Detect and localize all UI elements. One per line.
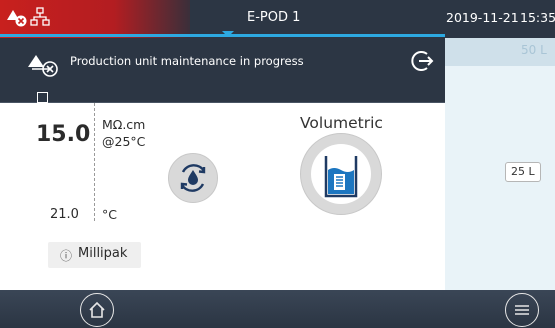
maintenance-warning-icon bbox=[26, 50, 60, 82]
notification-panel: Production unit maintenance in progress bbox=[0, 38, 445, 90]
network-icon[interactable] bbox=[29, 6, 51, 32]
top-bar: E-POD 1 2019-11-21 15:35 bbox=[0, 0, 555, 38]
home-icon bbox=[89, 301, 105, 318]
divider bbox=[94, 103, 95, 221]
resistivity-unit: MΩ.cm bbox=[102, 117, 146, 132]
temperature-value: 21.0 bbox=[50, 207, 79, 222]
dispense-mode-label: Volumetric bbox=[300, 114, 383, 132]
info-icon: ⓘ bbox=[60, 249, 73, 263]
volumetric-button[interactable] bbox=[300, 133, 382, 215]
recirculation-button[interactable] bbox=[168, 153, 218, 203]
logout-icon[interactable] bbox=[410, 48, 436, 78]
alert-zone[interactable] bbox=[0, 0, 190, 38]
header-time: 15:35 bbox=[520, 10, 555, 25]
home-button[interactable] bbox=[80, 293, 114, 327]
bottom-bar bbox=[0, 290, 555, 328]
tank-level: 25 L bbox=[511, 165, 535, 178]
dropdown-notch bbox=[222, 31, 234, 37]
main-panel: 15.0 MΩ.cm @25°C 21.0 °C ⓘ Millipak Volu… bbox=[0, 103, 445, 290]
resistivity-value: 15.0 bbox=[36, 122, 91, 147]
temperature-unit: °C bbox=[102, 207, 117, 222]
consumable-button[interactable]: ⓘ Millipak bbox=[48, 242, 141, 268]
volumetric-dispense-icon bbox=[311, 144, 371, 204]
notification-message: Production unit maintenance in progress bbox=[70, 54, 304, 68]
checkbox-icon bbox=[37, 92, 48, 103]
recirculation-drop-icon bbox=[180, 164, 206, 192]
menu-button[interactable] bbox=[505, 293, 539, 327]
consumable-label: Millipak bbox=[78, 246, 128, 261]
tank-capacity: 50 L bbox=[521, 43, 547, 57]
header-date: 2019-11-21 bbox=[446, 10, 519, 25]
notification-tail bbox=[0, 90, 445, 103]
resistivity-reference: @25°C bbox=[102, 134, 146, 149]
device-name[interactable]: E-POD 1 bbox=[247, 10, 300, 25]
maintenance-warning-icon[interactable] bbox=[4, 6, 30, 32]
tank-level-tag: 25 L bbox=[505, 162, 541, 182]
menu-icon bbox=[515, 305, 529, 315]
